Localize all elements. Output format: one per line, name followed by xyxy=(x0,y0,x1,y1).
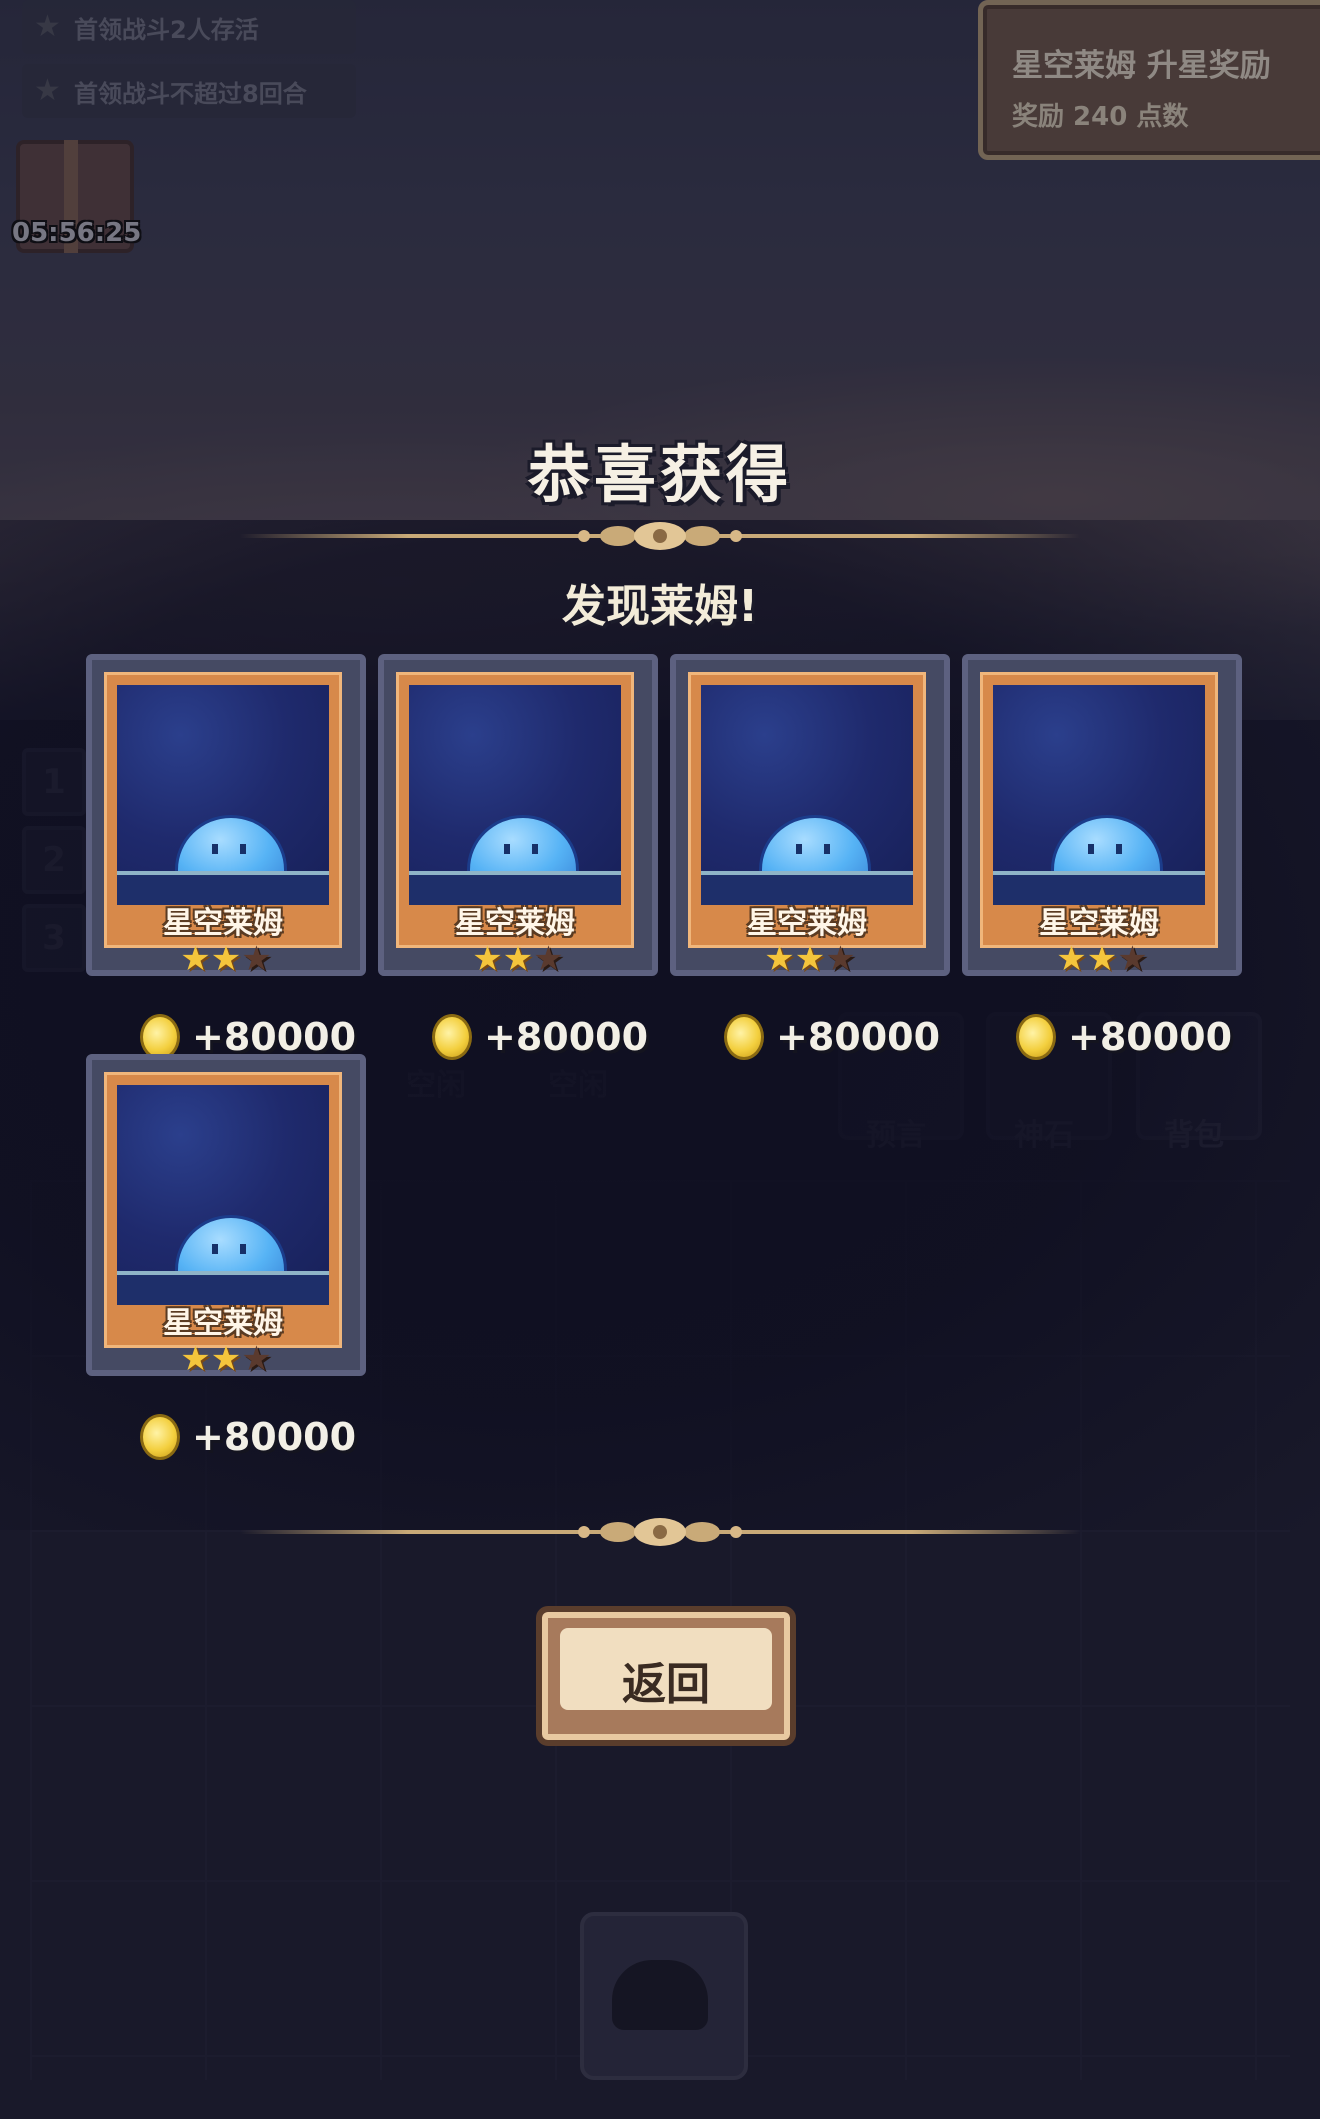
monster-name: 星空莱姆 xyxy=(163,1306,283,1341)
back-button-face: 返回 xyxy=(560,1628,772,1710)
star-empty-icon: ★ xyxy=(825,939,856,979)
monster-name: 星空莱姆 xyxy=(455,906,575,941)
coin-icon xyxy=(724,1014,764,1060)
reward-card[interactable]: 星空莱姆 ★★★ xyxy=(962,654,1242,976)
reward-card[interactable]: 星空莱姆 ★★★ xyxy=(86,654,366,976)
star-filled-icon: ★ xyxy=(472,939,503,979)
starry-sky xyxy=(117,1085,329,1293)
star-rating: ★★★ xyxy=(92,1342,360,1376)
coin-amount: +80000 xyxy=(1068,1015,1233,1059)
star-filled-icon: ★ xyxy=(180,939,211,979)
star-filled-icon: ★ xyxy=(210,939,242,979)
coin-amount: +80000 xyxy=(192,1015,357,1059)
monster-name: 星空莱姆 xyxy=(163,906,283,941)
star-filled-icon: ★ xyxy=(764,939,795,979)
card-frame: 星空莱姆 xyxy=(104,672,342,948)
star-filled-icon: ★ xyxy=(180,1339,211,1379)
coin-amount: +80000 xyxy=(192,1415,357,1459)
modal-subtitle: 发现莱姆! xyxy=(561,581,759,632)
coin-icon xyxy=(1016,1014,1056,1060)
coin-reward: +80000 xyxy=(724,1012,940,1062)
star-rating: ★★★ xyxy=(384,942,652,976)
coin-reward: +80000 xyxy=(1016,1012,1232,1062)
reward-card[interactable]: 星空莱姆 ★★★ xyxy=(670,654,950,976)
card-frame: 星空莱姆 xyxy=(688,672,926,948)
starry-sky xyxy=(409,685,621,893)
star-filled-icon: ★ xyxy=(1056,939,1087,979)
back-button-label: 返回 xyxy=(622,1659,710,1710)
coin-amount: +80000 xyxy=(484,1015,649,1059)
star-rating: ★★★ xyxy=(92,942,360,976)
monster-name: 星空莱姆 xyxy=(1039,906,1159,941)
star-rating: ★★★ xyxy=(968,942,1236,976)
starry-sky xyxy=(117,685,329,893)
coin-icon xyxy=(432,1014,472,1060)
starry-sky xyxy=(701,685,913,893)
star-empty-icon: ★ xyxy=(241,939,272,979)
ornament-icon xyxy=(578,522,742,550)
star-filled-icon: ★ xyxy=(794,939,826,979)
modal-title: 恭喜获得 xyxy=(527,438,792,511)
star-filled-icon: ★ xyxy=(502,939,534,979)
monster-name: 星空莱姆 xyxy=(747,906,867,941)
card-frame: 星空莱姆 xyxy=(980,672,1218,948)
coin-reward: +80000 xyxy=(140,1412,356,1462)
coin-icon xyxy=(140,1414,180,1460)
coin-amount: +80000 xyxy=(776,1015,941,1059)
star-filled-icon: ★ xyxy=(210,1339,242,1379)
star-empty-icon: ★ xyxy=(533,939,564,979)
starry-sky xyxy=(993,685,1205,893)
card-frame: 星空莱姆 xyxy=(104,1072,342,1348)
back-button[interactable]: 返回 xyxy=(536,1606,796,1746)
star-rating: ★★★ xyxy=(676,942,944,976)
ornament-icon xyxy=(578,1518,742,1546)
star-empty-icon: ★ xyxy=(1117,939,1148,979)
card-frame: 星空莱姆 xyxy=(396,672,634,948)
star-empty-icon: ★ xyxy=(241,1339,272,1379)
reward-card[interactable]: 星空莱姆 ★★★ xyxy=(378,654,658,976)
coin-reward: +80000 xyxy=(432,1012,648,1062)
reward-card[interactable]: 星空莱姆 ★★★ xyxy=(86,1054,366,1376)
star-filled-icon: ★ xyxy=(1086,939,1118,979)
